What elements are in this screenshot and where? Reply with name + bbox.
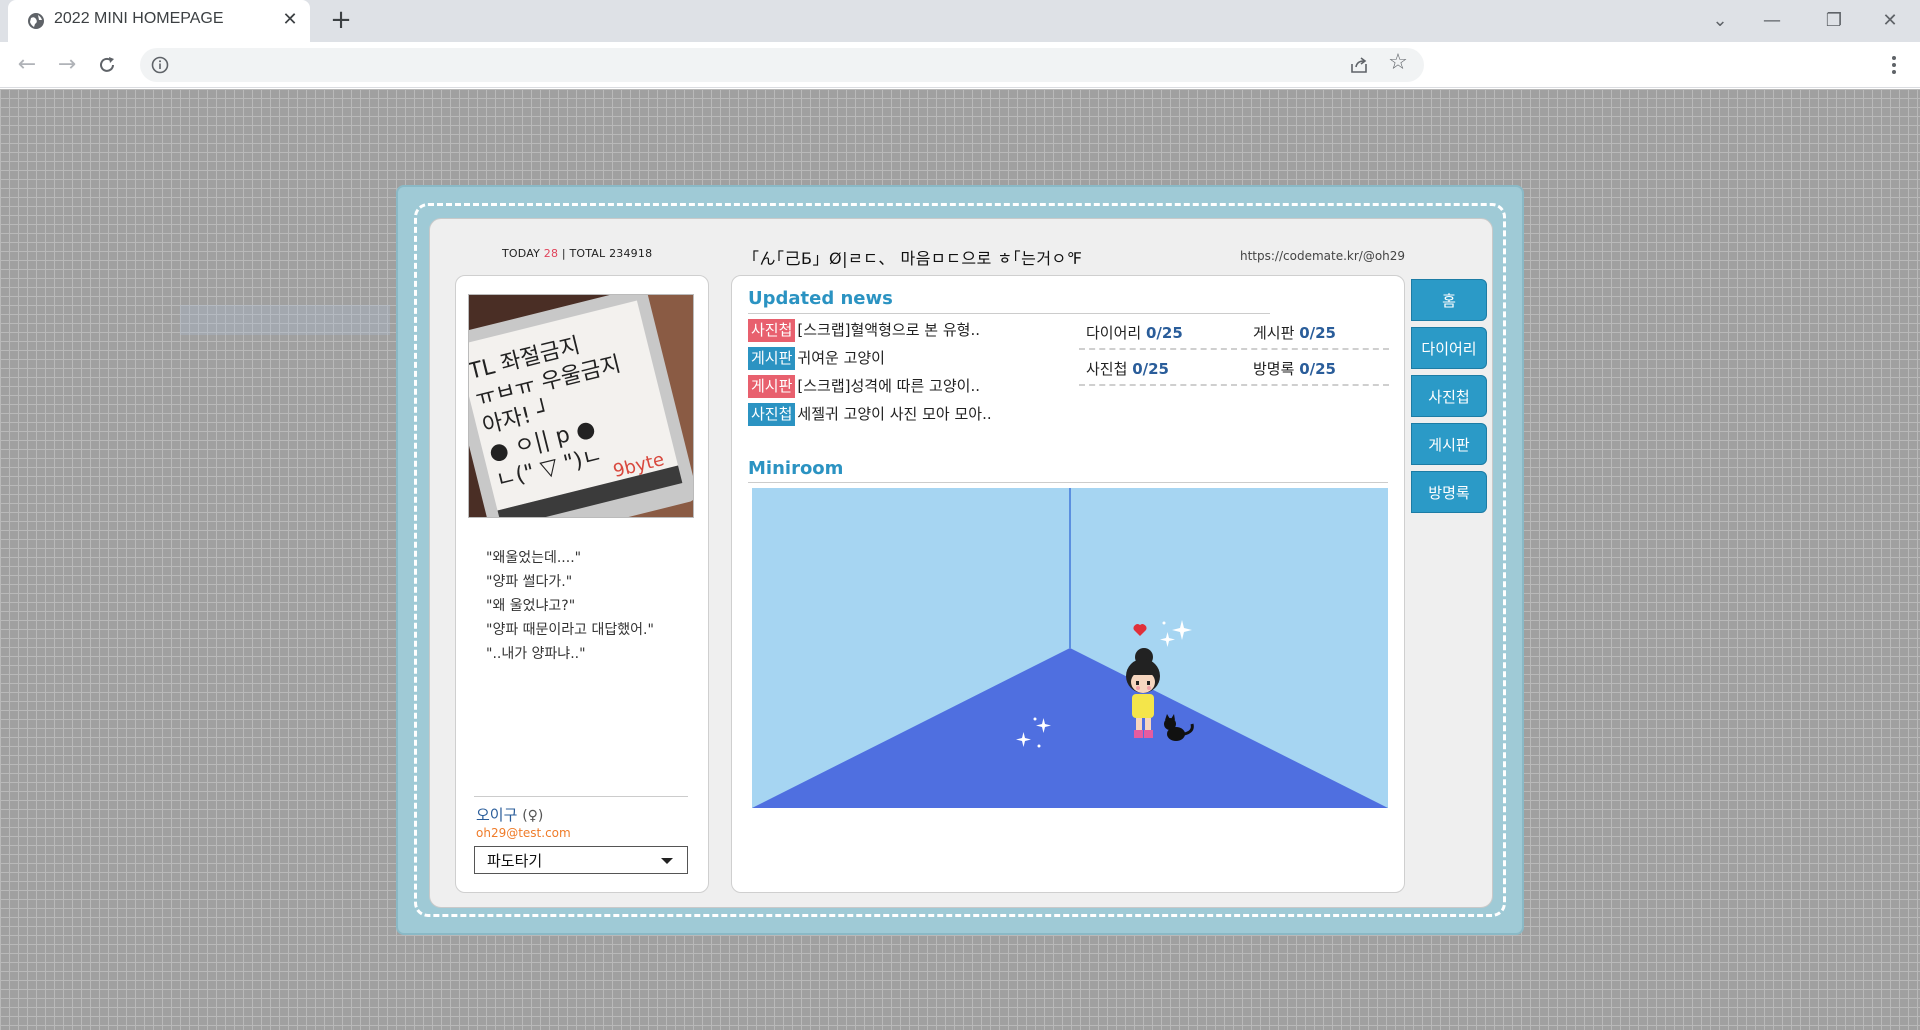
ghost-overlay [180,305,390,335]
profile-quote: "왜울었는데...." "양파 썰다가." "왜 울었냐고?" "양파 때문이라… [486,546,654,666]
news-item[interactable]: 게시판 귀여운 고양이 [748,347,885,371]
profile-name-text: 오이구 [476,806,518,824]
news-badge: 게시판 [748,375,796,398]
profile-email[interactable]: oh29@test.com [476,826,571,840]
minihompy-frame: TODAY 28 | TOTAL 234918 「ん｢己Ƃ」Ø|ㄹㄷ、 마음ㅁㄷ… [396,185,1524,935]
news-item[interactable]: 사진첩 세젤귀 고양이 사진 모아 모아.. [748,403,992,427]
profile-name[interactable]: 오이구 (♀) [476,804,543,825]
quote-line: "양파 때문이라고 대답했어." [486,622,654,638]
share-icon[interactable] [1348,54,1370,76]
miniroom-title-divider [748,482,1388,483]
news-text: 귀여운 고양이 [797,349,885,367]
quote-line: "왜울었는데...." [486,550,582,566]
news-item[interactable]: 게시판 [스크랩]성격에 따른 고양이.. [748,375,980,399]
stat-divider [1079,348,1389,350]
news-text: [스크랩]성격에 따른 고양이.. [797,377,980,395]
site-url[interactable]: https://codemate.kr/@oh29 [1240,249,1405,263]
today-count: 28 [543,247,559,260]
minihompy-inner: TODAY 28 | TOTAL 234918 「ん｢己Ƃ」Ø|ㄹㄷ、 마음ㅁㄷ… [429,218,1493,908]
info-icon[interactable] [150,55,170,75]
site-title: 「ん｢己Ƃ」Ø|ㄹㄷ、 마음ㅁㄷ으로 ㅎ｢는거ㅇ℉ [743,249,1083,268]
stat-label: 사진첩 [1086,360,1128,378]
news-badge: 사진첩 [748,403,796,426]
tab-search-icon[interactable]: ⌄ [1700,6,1740,36]
total-count: 234918 [609,247,653,260]
more-menu-icon[interactable] [1884,50,1904,80]
surf-select-value: 파도타기 [487,852,543,870]
bookmark-star-icon[interactable]: ☆ [1386,50,1410,75]
tab-title: 2022 MINI HOMEPAGE [54,10,224,27]
tab-home[interactable]: 홈 [1411,279,1487,321]
news-title-divider [748,313,1270,314]
phone-screen-image: TL 좌절금지 ㅠㅂㅠ 우울금지 아자! ┘ ● ㅇ|| p ● ㄴ(" ▽ "… [469,295,693,517]
reload-icon [100,57,114,72]
news-text: [스크랩]혈액형으로 본 유형.. [797,321,980,339]
address-bar[interactable]: ☆ [140,48,1424,82]
restore-button[interactable]: ❐ [1814,6,1854,36]
close-window-button[interactable]: ✕ [1870,6,1910,36]
profile-card: TL 좌절금지 ㅠㅂㅠ 우울금지 아자! ┘ ● ㅇ|| p ● ㄴ(" ▽ "… [455,275,709,893]
stat-divider [1079,384,1389,386]
counter-separator: | [561,247,566,260]
stat-label: 게시판 [1253,324,1295,342]
news-text: 세젤귀 고양이 사진 모아 모아.. [797,405,992,423]
news-badge: 게시판 [748,347,796,370]
stat-photo[interactable]: 사진첩 0/25 [1086,358,1169,379]
quote-line: "왜 울었냐고?" [486,598,576,614]
tab-diary[interactable]: 다이어리 [1411,327,1487,369]
stat-label: 다이어리 [1086,324,1142,342]
browser-tabbar: 2022 MINI HOMEPAGE ✕ + ⌄ — ❐ ✕ [0,0,1920,42]
stat-guestbook[interactable]: 방명록 0/25 [1253,358,1336,379]
surf-select[interactable]: 파도타기 [474,846,688,874]
stat-value: 0/25 [1299,360,1336,378]
gender-label: (♀) [522,808,544,824]
close-tab-icon[interactable]: ✕ [280,10,300,30]
quote-line: "..내가 양파냐.." [486,646,586,662]
tab-photo[interactable]: 사진첩 [1411,375,1487,417]
tab-board[interactable]: 게시판 [1411,423,1487,465]
new-tab-button[interactable]: + [326,6,356,36]
quote-line: "양파 썰다가." [486,574,573,590]
minimize-button[interactable]: — [1752,6,1792,36]
dropdown-arrow-icon [661,858,673,864]
reload-button[interactable] [92,50,122,80]
forward-button[interactable]: → [52,50,82,80]
news-item[interactable]: 사진첩 [스크랩]혈액형으로 본 유형.. [748,319,980,343]
profile-photo: TL 좌절금지 ㅠㅂㅠ 우울금지 아자! ┘ ● ㅇ|| p ● ㄴ(" ▽ "… [468,294,694,518]
today-label: TODAY [502,247,541,260]
miniroom-scene[interactable] [752,488,1388,808]
page-viewport: TODAY 28 | TOTAL 234918 「ん｢己Ƃ」Ø|ㄹㄷ、 마음ㅁㄷ… [0,89,1920,1030]
visitor-counter: TODAY 28 | TOTAL 234918 [502,247,652,260]
miniroom-title: Miniroom [748,458,844,479]
stat-diary[interactable]: 다이어리 0/25 [1086,322,1183,343]
stat-board[interactable]: 게시판 0/25 [1253,322,1336,343]
back-button[interactable]: ← [12,50,42,80]
profile-divider [474,796,688,797]
news-badge: 사진첩 [748,319,796,342]
tab-guestbook[interactable]: 방명록 [1411,471,1487,513]
browser-tab[interactable]: 2022 MINI HOMEPAGE ✕ [8,0,310,42]
updated-news-title: Updated news [748,288,893,309]
main-card: Updated news 사진첩 [스크랩]혈액형으로 본 유형.. 게시판 귀여운… [731,275,1405,893]
browser-toolbar: ← → ☆ [0,42,1920,88]
stat-label: 방명록 [1253,360,1295,378]
stat-value: 0/25 [1145,324,1183,342]
stat-value: 0/25 [1299,324,1336,342]
globe-icon [28,13,44,29]
total-label: TOTAL [569,247,606,260]
stat-value: 0/25 [1132,360,1169,378]
